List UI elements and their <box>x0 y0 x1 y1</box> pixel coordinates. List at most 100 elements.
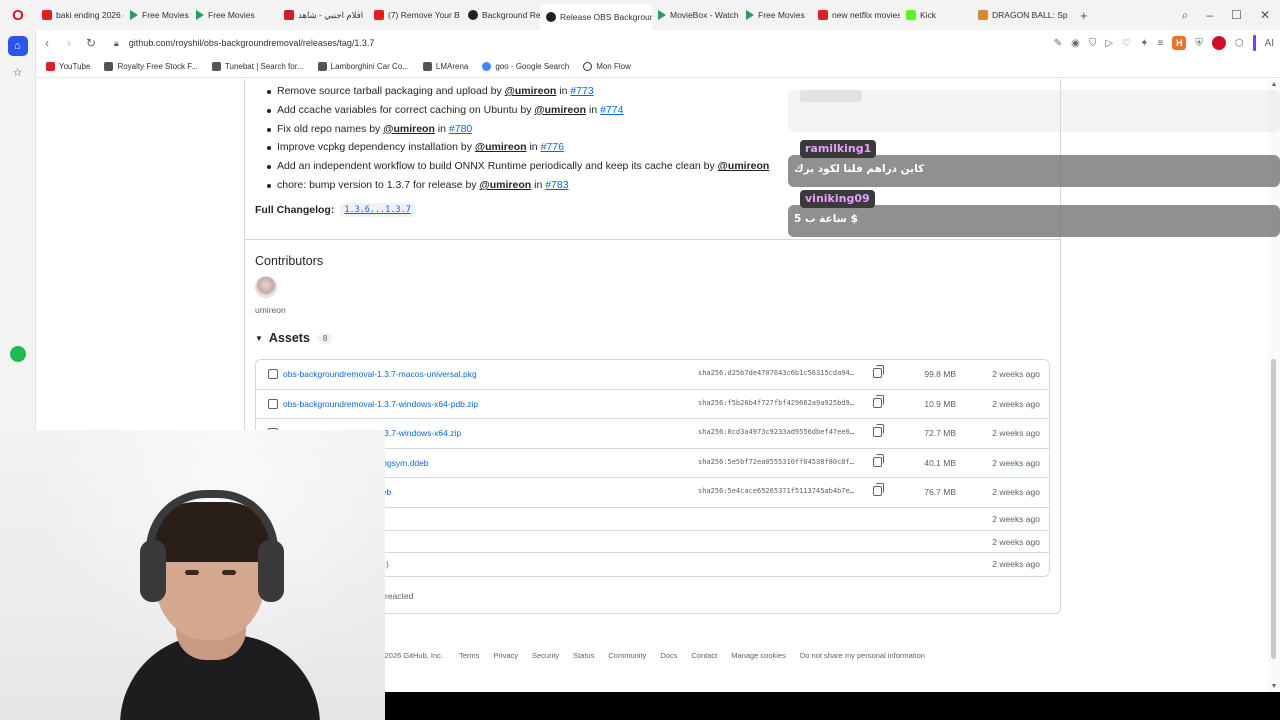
changelog-item: Add ccache variables for correct caching… <box>267 101 769 120</box>
copy-icon[interactable] <box>873 424 884 438</box>
site-info-icon[interactable]: 🔒︎ <box>114 38 119 49</box>
footer-link[interactable]: Terms <box>459 651 479 660</box>
bookmark-1[interactable]: Royalty Free Stock F... <box>104 62 198 71</box>
url-field[interactable]: github.com/royshil/obs-backgroundremoval… <box>129 38 375 48</box>
source-code-link[interactable]: ) <box>386 559 389 569</box>
vpn-icon[interactable]: ⛨ <box>1195 38 1203 49</box>
tab-9[interactable]: new netflix movies <box>812 4 900 26</box>
footer-link[interactable]: Contact <box>691 651 717 660</box>
pin-icon[interactable]: ✦ <box>1140 38 1148 49</box>
asset-download-link[interactable]: obs-backgroundremoval-1.3.7-macos-univer… <box>283 369 477 379</box>
asset-row: obs-backgroundremoval-1.3.7-windows-x64-… <box>256 390 1049 420</box>
user-mention-link[interactable]: @umireon <box>505 85 557 97</box>
scrollbar-thumb[interactable] <box>1271 359 1276 659</box>
bookmark-label: LMArena <box>435 62 469 71</box>
tab-6[interactable]: Release OBS Background <box>540 4 652 30</box>
extension-h-icon[interactable]: H <box>1172 36 1187 50</box>
tab-4[interactable]: (7) Remove Your B <box>368 4 462 26</box>
cube-icon[interactable]: ⬡ <box>1235 38 1244 49</box>
minimize-button[interactable]: – <box>1206 8 1213 22</box>
opera-red-icon[interactable] <box>1211 36 1226 50</box>
bookmark-6[interactable]: Mon Flow <box>583 62 631 71</box>
tab-10[interactable]: Kick <box>900 4 972 26</box>
footer-link[interactable]: Do not share my personal information <box>800 651 925 660</box>
contributor-name[interactable]: umireon <box>255 305 286 315</box>
user-mention-link[interactable]: @umireon <box>718 160 770 172</box>
bookmark-4[interactable]: LMArena <box>422 62 469 71</box>
full-changelog-link[interactable]: 1.3.6...1.3.7 <box>340 203 415 217</box>
footer-link[interactable]: Status <box>573 651 594 660</box>
speed-dial-star-icon[interactable]: ☆ <box>8 62 28 82</box>
spotify-icon[interactable] <box>10 346 26 362</box>
reload-button[interactable]: ↻ <box>80 36 102 50</box>
bookmark-3[interactable]: Lamborghini Car Co... <box>317 62 409 71</box>
copy-icon[interactable] <box>873 365 884 378</box>
footer-link[interactable]: Community <box>608 651 646 660</box>
youtube-icon <box>818 10 828 20</box>
forward-button[interactable]: › <box>58 36 80 50</box>
assets-count-badge: 8 <box>317 332 333 344</box>
changelog-text: Remove source tarball packaging and uplo… <box>277 85 505 97</box>
scroll-up-arrow-icon[interactable]: ▲ <box>1270 81 1278 88</box>
bookmark-0[interactable]: YouTube <box>46 62 90 71</box>
aria-ai-button[interactable]: AI <box>1265 38 1274 49</box>
tab-5[interactable]: Background Remo <box>462 4 540 26</box>
contributor-avatar[interactable] <box>255 276 277 298</box>
edit-icon[interactable]: ✎ <box>1054 38 1062 49</box>
user-mention-link[interactable]: @umireon <box>534 104 586 116</box>
footer-link[interactable]: Manage cookies <box>731 651 786 660</box>
asset-size: 76.7 MB <box>924 487 956 498</box>
home-icon[interactable]: ⌂ <box>7 36 28 56</box>
heart-icon[interactable]: ♡ <box>1122 38 1131 49</box>
tab-11[interactable]: DRAGON BALL: Sp <box>972 4 1072 26</box>
footer-link[interactable]: Privacy <box>493 651 518 660</box>
bookmark-2[interactable]: Tunebat | Search for... <box>211 62 304 71</box>
changelog-item: chore: bump version to 1.3.7 for release… <box>267 176 769 195</box>
in-word: in <box>586 103 601 116</box>
copy-icon[interactable] <box>873 483 884 497</box>
user-mention-link[interactable]: @umireon <box>383 123 435 135</box>
pull-request-link[interactable]: #780 <box>449 123 472 135</box>
tab-label: (7) Remove Your B <box>388 10 460 20</box>
changelog-text: Improve vcpkg dependency installation by <box>277 141 475 154</box>
tab-3[interactable]: افلام اجنبي - شاهد <box>278 4 368 26</box>
footer-copyright: © 2026 GitHub, Inc. <box>377 651 443 660</box>
pull-request-link[interactable]: #774 <box>600 104 623 116</box>
tab-1[interactable]: Free Movies <box>124 4 190 26</box>
extension-bar-icon[interactable] <box>1252 35 1256 51</box>
user-mention-link[interactable]: @umireon <box>475 141 527 153</box>
player-icon[interactable]: ▷ <box>1105 38 1113 49</box>
footer-link[interactable]: Security <box>532 651 559 660</box>
user-mention-link[interactable]: @umireon <box>480 179 532 191</box>
changelog-item: Remove source tarball packaging and uplo… <box>267 82 769 101</box>
asset-sha256: sha256:f5b26b4f727fbf429662a9a925bd9… <box>698 398 854 407</box>
search-tabs-icon[interactable]: ⌕ <box>1182 8 1189 23</box>
tab-7[interactable]: MovieBox - Watch <box>652 4 740 26</box>
tab-2[interactable]: Free Movies <box>190 4 278 26</box>
menu-icon[interactable]: ≡ <box>1157 38 1163 49</box>
assets-toggle[interactable]: ▼ Assets 8 <box>255 331 333 345</box>
back-button[interactable]: ‹ <box>36 36 58 50</box>
pull-request-link[interactable]: #783 <box>545 179 568 191</box>
camera-icon[interactable]: ◉ <box>1071 38 1080 49</box>
pull-request-link[interactable]: #776 <box>541 141 564 153</box>
asset-download-link[interactable]: obs-backgroundremoval-1.3.7-windows-x64-… <box>283 399 478 409</box>
chat-message: 5 ساعة ب $ <box>788 205 1280 237</box>
opera-logo-icon[interactable]: O <box>0 0 36 30</box>
close-window-button[interactable]: ✕ <box>1260 8 1270 22</box>
maximize-button[interactable]: ☐ <box>1231 8 1242 22</box>
shield-icon[interactable]: ⛉ <box>1089 38 1097 49</box>
assets-heading: Assets <box>268 331 310 345</box>
bookmark-5[interactable]: goo - Google Search <box>482 62 569 71</box>
footer-link[interactable]: Docs <box>660 651 677 660</box>
new-tab-button[interactable]: + <box>1072 8 1096 23</box>
tab-8[interactable]: Free Movies <box>740 4 812 26</box>
pull-request-link[interactable]: #773 <box>570 85 593 97</box>
copy-icon[interactable] <box>873 453 884 467</box>
page-icon <box>104 62 114 71</box>
toolbar-extensions: ✎ ◉ ⛉ ▷ ♡ ✦ ≡ H ⛨ ⬡ AI <box>1054 30 1274 56</box>
copy-icon[interactable] <box>873 394 884 408</box>
scroll-down-arrow-icon[interactable]: ▼ <box>1270 683 1278 690</box>
tab-0[interactable]: baki ending 2026 - <box>36 4 124 26</box>
kick-icon <box>906 10 916 20</box>
